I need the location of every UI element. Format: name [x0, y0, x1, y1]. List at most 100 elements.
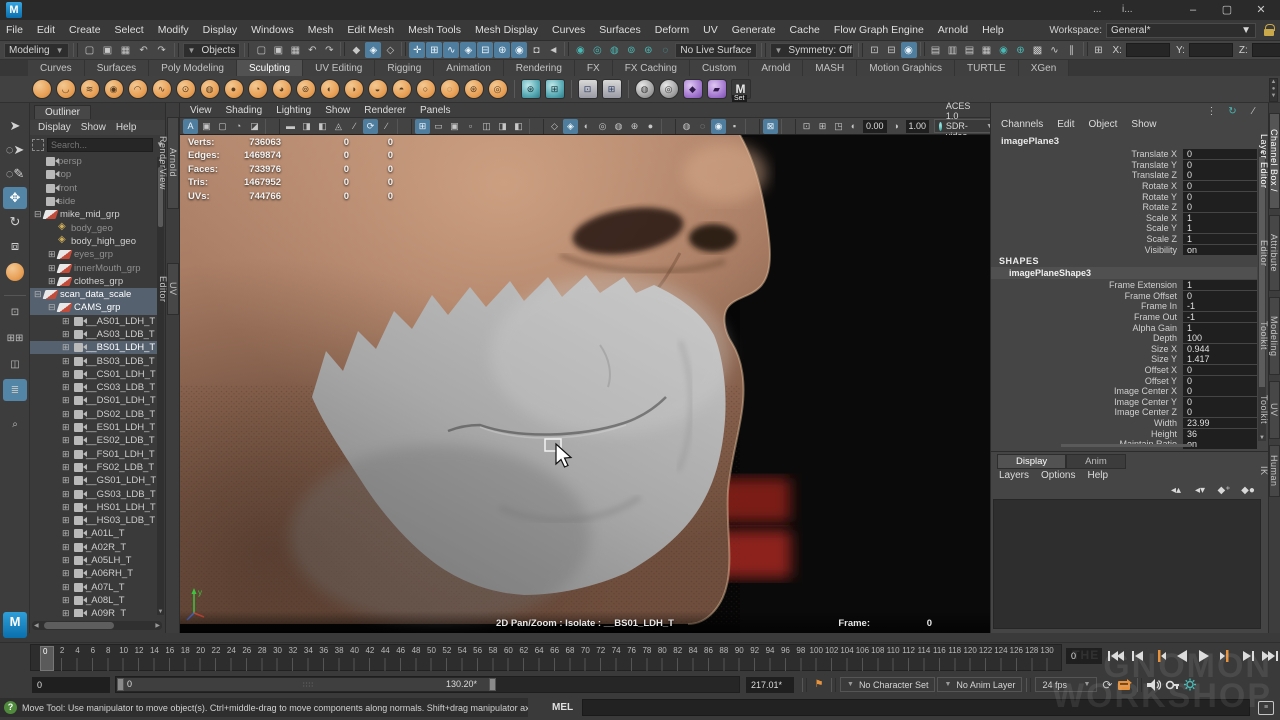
shelf-tab[interactable]: Arnold [749, 60, 803, 76]
attribute-value-field[interactable]: on [1183, 439, 1257, 449]
layer-action-icon[interactable]: ◂▴ [1169, 484, 1183, 496]
viewport-toolbar-icon[interactable]: ▬ [283, 119, 298, 134]
auto-keyframe-icon[interactable] [1164, 677, 1180, 693]
exposure-icon[interactable]: ◐ [846, 119, 861, 134]
channel-attribute-row[interactable]: Translate Z 0 [991, 170, 1257, 181]
playblast-icon[interactable] [1117, 677, 1133, 693]
status-line-icon[interactable]: ▩ [1030, 42, 1046, 58]
shelf-tab[interactable]: Custom [690, 60, 749, 76]
expand-toggle-icon[interactable]: ⊞ [62, 528, 72, 539]
layout-outliner-persp-button[interactable]: ≣ [3, 379, 27, 401]
viewport-menu-item[interactable]: View [190, 105, 212, 116]
channel-attribute-row[interactable]: Frame Out -1 [991, 312, 1257, 323]
menu-set-selector[interactable]: Modeling▼ [4, 43, 69, 58]
expand-toggle-icon[interactable]: ⊞ [62, 608, 72, 617]
viewport-toolbar-icon[interactable]: ▣ [199, 119, 214, 134]
shelf-tool-icon[interactable] [567, 78, 575, 101]
viewport-toolbar-icon[interactable]: ⊠ [763, 119, 778, 134]
x-coord-input[interactable] [1126, 43, 1170, 57]
shelf-tool-icon[interactable]: ◍ [633, 78, 656, 101]
shelf-tab[interactable]: Animation [434, 60, 503, 76]
expand-toggle-icon[interactable]: ⊞ [62, 409, 72, 420]
layer-editor-menu-item[interactable]: Layers [999, 470, 1029, 481]
range-grip[interactable]: ∷∷ [303, 681, 314, 689]
expand-toggle-icon[interactable]: ⊞ [62, 502, 72, 513]
shelf-tool-icon[interactable]: ◔ [246, 78, 269, 101]
outliner-item[interactable]: ⊞ innerMouth_grp [30, 261, 158, 274]
outliner-item[interactable]: ⊞ _A07L_T [30, 581, 158, 594]
channel-box-display-icon[interactable]: ↻ [1226, 105, 1239, 118]
viewport-toolbar-icon[interactable]: ▫ [463, 119, 478, 134]
shelf-tab[interactable]: Curves [28, 60, 85, 76]
status-line-icon[interactable]: ∥ [1064, 42, 1080, 58]
shelf-scrollbar[interactable]: ▲●▼ [1269, 78, 1278, 102]
expand-toggle-icon[interactable]: ⊞ [62, 369, 72, 380]
menu-item[interactable]: Help [982, 24, 1004, 36]
status-line-icon[interactable]: ∿ [443, 42, 459, 58]
shelf-tool-icon[interactable] [30, 78, 53, 101]
shelf-tool-icon[interactable]: ◓ [390, 78, 413, 101]
shelf-tool-icon[interactable]: ∿ [150, 78, 173, 101]
viewport-toolbar-icon[interactable] [265, 119, 280, 134]
character-set-selector[interactable]: ▼ No Character Set [840, 677, 935, 692]
menu-item[interactable]: Mesh Tools [408, 24, 461, 36]
viewport-toolbar-icon[interactable]: ▣ [447, 119, 462, 134]
attribute-value-field[interactable]: 100 [1183, 333, 1257, 343]
attribute-value-field[interactable]: 0 [1183, 192, 1257, 202]
shelf-tool-icon[interactable]: ⊙ [174, 78, 197, 101]
mel-toggle-button[interactable]: MEL [552, 702, 573, 713]
gamma-icon[interactable]: ◑ [889, 119, 904, 134]
status-line-icon[interactable]: ▦ [979, 42, 995, 58]
outliner-menu-item[interactable]: Show [81, 122, 106, 133]
viewport-toolbar-icon[interactable]: ▭ [431, 119, 446, 134]
channel-box-hscroll[interactable] [1061, 444, 1191, 447]
outliner-item[interactable]: ⊞ clothes_grp [30, 275, 158, 288]
shelf-tool-icon[interactable]: ⊛ [462, 78, 485, 101]
outliner-item[interactable]: ⊞ __DS01_LDH_T [30, 394, 158, 407]
viewport-toolbar-icon[interactable]: ◎ [595, 119, 610, 134]
viewport-toolbar-icon[interactable] [781, 119, 796, 134]
layer-editor-menu-item[interactable]: Options [1041, 470, 1075, 481]
viewport-toolbar-icon[interactable] [661, 119, 676, 134]
viewport-menu-item[interactable]: Panels [420, 105, 451, 116]
outliner-item[interactable]: ⊞ __HS01_LDH_T [30, 501, 158, 514]
viewport-toolbar-icon[interactable]: ◉ [711, 119, 726, 134]
undo-button[interactable]: ↶ [136, 42, 152, 58]
shelf-tool-icon[interactable]: ◆ [681, 78, 704, 101]
shelf-tool-icon[interactable]: ◕ [270, 78, 293, 101]
tab-uv-editor[interactable]: UV Editor [167, 263, 179, 315]
tab-channel-box-layer-editor[interactable]: Channel Box / Layer Editor [1269, 113, 1280, 209]
channel-attribute-row[interactable]: Alpha Gain 1 [991, 322, 1257, 333]
menu-item[interactable]: Surfaces [599, 24, 640, 36]
status-line-icon[interactable]: ◉ [572, 42, 588, 58]
select-tool[interactable]: ➤ [3, 115, 27, 137]
tab-uv-toolkit[interactable]: UV Toolkit [1269, 381, 1280, 439]
status-line-icon[interactable]: ▥ [945, 42, 961, 58]
expand-toggle-icon[interactable]: ⊞ [62, 515, 72, 526]
status-line-icon[interactable]: ⊟ [884, 42, 900, 58]
new-scene-button[interactable]: ▢ [82, 42, 98, 58]
status-line-icon[interactable]: ◈ [460, 42, 476, 58]
attribute-value-field[interactable]: 1.417 [1183, 354, 1257, 364]
channel-box-menu-item[interactable]: Edit [1057, 119, 1074, 130]
mute-audio-icon[interactable] [1146, 677, 1162, 693]
viewport-menu-item[interactable]: Lighting [276, 105, 311, 116]
shelf-tab[interactable]: Rendering [504, 60, 575, 76]
expand-toggle-icon[interactable]: ⊞ [62, 542, 72, 553]
expand-toggle-icon[interactable]: ⊞ [62, 422, 72, 433]
go-to-start-button[interactable] [1106, 646, 1126, 666]
outliner-item[interactable]: ⊞ __CS01_LDH_T [30, 368, 158, 381]
status-line-icon[interactable]: ⊡ [867, 42, 883, 58]
shelf-tab[interactable]: Motion Graphics [857, 60, 955, 76]
outliner-item[interactable]: ⊞ __GS03_LDB_T [30, 487, 158, 500]
status-line-icon[interactable]: ⊞ [426, 42, 442, 58]
close-button[interactable]: ✕ [1244, 0, 1278, 20]
shape-node-name[interactable]: imagePlaneShape3 [991, 267, 1257, 279]
shelf-tool-icon[interactable]: ● [222, 78, 245, 101]
menu-item[interactable]: Select [115, 24, 144, 36]
shelf-tool-icon[interactable] [510, 78, 518, 101]
step-forward-key-button[interactable] [1238, 646, 1258, 666]
menu-item[interactable]: Curves [552, 24, 585, 36]
animation-preferences-icon[interactable] [1182, 677, 1198, 693]
shelf-tool-icon[interactable]: ◉ [102, 78, 125, 101]
